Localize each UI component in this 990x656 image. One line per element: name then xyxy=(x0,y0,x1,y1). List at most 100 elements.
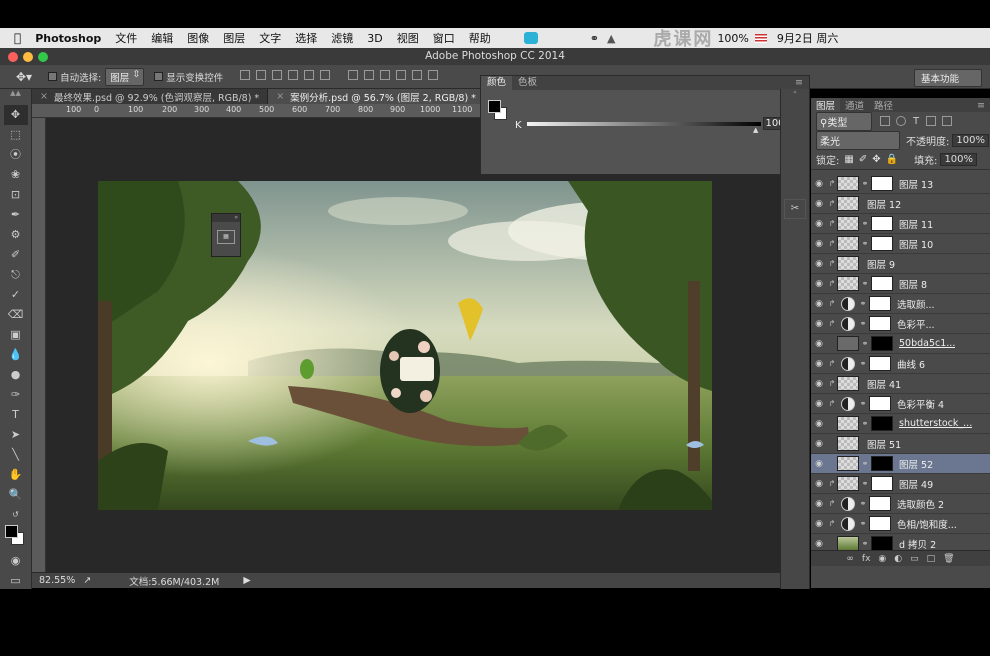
layer-thumbnail[interactable] xyxy=(837,236,859,251)
mini-panel-collapse-icon[interactable]: » xyxy=(212,214,240,222)
layer-name[interactable]: 图层 11 xyxy=(899,217,933,231)
layer-row[interactable]: ◉ ↱ ⚭ 图层 11 xyxy=(811,214,990,234)
adjustment-layer-icon[interactable] xyxy=(841,516,855,531)
strip-collapse-icon[interactable]: « xyxy=(781,89,809,99)
visibility-eye-icon[interactable]: ◉ xyxy=(811,179,827,189)
mask-link-icon[interactable]: ⚭ xyxy=(861,239,869,248)
layer-name[interactable]: 色彩平衡 4 xyxy=(897,397,944,411)
layer-thumbnail[interactable] xyxy=(837,536,859,550)
tab-paths[interactable]: 路径 xyxy=(869,98,898,112)
layer-mask-thumbnail[interactable] xyxy=(869,316,891,331)
filter-shape-icon[interactable] xyxy=(926,116,937,126)
mini-panel-icon[interactable]: ▦ xyxy=(217,230,235,244)
mask-link-icon[interactable]: ⚭ xyxy=(859,319,867,328)
panel-menu-icon[interactable]: ≡ xyxy=(972,100,990,111)
menu-window[interactable]: 窗口 xyxy=(426,30,462,46)
layer-row[interactable]: ◉ ↱ ⚭ 图层 10 xyxy=(811,234,990,254)
show-transform-checkbox[interactable] xyxy=(154,72,164,81)
fx-icon[interactable]: fx xyxy=(862,554,871,564)
visibility-eye-icon[interactable]: ◉ xyxy=(811,299,827,309)
lasso-tool-icon[interactable]: ⦿ xyxy=(4,145,28,165)
align-bottom-icon[interactable] xyxy=(272,70,283,80)
close-tab-icon[interactable]: × xyxy=(276,91,284,102)
folder-icon[interactable]: ▭ xyxy=(910,554,919,564)
shape-tool-icon[interactable]: ╲ xyxy=(4,445,28,465)
apple-icon[interactable]:  xyxy=(0,31,28,45)
slider-handle-icon[interactable]: ▲ xyxy=(753,126,758,134)
layer-row[interactable]: ◉ 图层 51 xyxy=(811,434,990,454)
battery-text[interactable]: 100% xyxy=(717,32,748,45)
tool-presets-icon[interactable]: ✂ xyxy=(784,199,806,219)
workspace-dropdown[interactable]: 基本功能 xyxy=(913,69,982,87)
blur-tool-icon[interactable]: 💧 xyxy=(4,345,28,365)
type-tool-icon[interactable]: T xyxy=(4,405,28,425)
distribute-vcenter-icon[interactable] xyxy=(364,70,375,80)
visibility-eye-icon[interactable]: ◉ xyxy=(811,519,827,529)
doc-tab-final[interactable]: × 最终效果.psd @ 92.9% (色调观察层, RGB/8) * xyxy=(32,89,269,104)
layer-name[interactable]: 图层 9 xyxy=(867,257,895,271)
status-app-icon[interactable] xyxy=(523,32,538,44)
dodge-tool-icon[interactable]: ● xyxy=(4,365,28,385)
menu-3d[interactable]: 3D xyxy=(360,32,389,45)
adjustment-layer-icon[interactable] xyxy=(841,496,855,511)
menu-select[interactable]: 选择 xyxy=(288,30,324,46)
lock-all-icon[interactable]: 🔒 xyxy=(886,154,898,165)
tab-swatches[interactable]: 色板 xyxy=(512,76,543,90)
layer-mask-thumbnail[interactable] xyxy=(871,216,893,231)
mask-link-icon[interactable]: ⚭ xyxy=(859,399,867,408)
lock-position-icon[interactable]: ✥ xyxy=(872,154,880,165)
lock-transparent-icon[interactable]: ▦ xyxy=(844,154,853,165)
adjustment-layer-icon[interactable] xyxy=(841,316,855,331)
clock-text[interactable]: 9月2日 周六 xyxy=(777,30,839,46)
align-left-icon[interactable] xyxy=(288,70,299,80)
visibility-eye-icon[interactable]: ◉ xyxy=(811,419,827,429)
menu-type[interactable]: 文字 xyxy=(252,30,288,46)
stamp-tool-icon[interactable]: ⎋ xyxy=(4,265,28,285)
layer-thumbnail[interactable] xyxy=(837,476,859,491)
layer-thumbnail[interactable] xyxy=(837,336,859,351)
visibility-eye-icon[interactable]: ◉ xyxy=(811,239,827,249)
filter-adjustment-icon[interactable] xyxy=(896,116,906,126)
adjustment-icon[interactable]: ◐ xyxy=(894,554,902,564)
visibility-eye-icon[interactable]: ◉ xyxy=(811,479,827,489)
visibility-eye-icon[interactable]: ◉ xyxy=(811,339,827,349)
filter-smart-icon[interactable] xyxy=(942,116,953,126)
layer-row[interactable]: ◉ ⚭ d 拷贝 2 xyxy=(811,534,990,550)
mask-link-icon[interactable]: ⚭ xyxy=(859,519,867,528)
visibility-eye-icon[interactable]: ◉ xyxy=(811,319,827,329)
visibility-eye-icon[interactable]: ◉ xyxy=(811,459,827,469)
visibility-eye-icon[interactable]: ◉ xyxy=(811,379,827,389)
layer-row[interactable]: ◉ ↱ ⚭ 图层 8 xyxy=(811,274,990,294)
distribute-hcenter-icon[interactable] xyxy=(412,70,423,80)
menu-view[interactable]: 视图 xyxy=(390,30,426,46)
visibility-eye-icon[interactable]: ◉ xyxy=(811,219,827,229)
layer-row[interactable]: ◉ ↱ 图层 12 xyxy=(811,194,990,214)
layer-thumbnail[interactable] xyxy=(837,176,859,191)
pen-tool-icon[interactable]: ✑ xyxy=(4,385,28,405)
layer-mask-thumbnail[interactable] xyxy=(871,336,893,351)
adjustment-layer-icon[interactable] xyxy=(841,356,855,371)
layer-name[interactable]: 色彩平... xyxy=(897,317,935,331)
visibility-eye-icon[interactable]: ◉ xyxy=(811,439,827,449)
export-icon[interactable]: ↗ xyxy=(83,575,91,586)
fill-input[interactable]: 100% xyxy=(940,153,978,166)
layer-thumbnail[interactable] xyxy=(837,216,859,231)
layer-row[interactable]: ◉ ↱ 图层 41 xyxy=(811,374,990,394)
layer-thumbnail[interactable] xyxy=(837,196,859,211)
new-layer-icon[interactable]: □ xyxy=(927,554,936,564)
menu-edit[interactable]: 编辑 xyxy=(144,30,180,46)
swap-colors-icon[interactable]: ↺ xyxy=(4,505,28,525)
layer-thumbnail[interactable] xyxy=(837,376,859,391)
move-tool-icon[interactable]: ✥ xyxy=(3,105,28,125)
layer-name[interactable]: d 拷贝 2 xyxy=(899,537,936,551)
screen-mode-icon[interactable]: ▭ xyxy=(4,571,28,591)
distribute-right-icon[interactable] xyxy=(428,70,439,80)
tab-layers[interactable]: 图层 xyxy=(811,98,841,112)
adjustment-layer-icon[interactable] xyxy=(841,296,855,311)
layer-mask-thumbnail[interactable] xyxy=(871,236,893,251)
mask-link-icon[interactable]: ⚭ xyxy=(859,299,867,308)
menu-filter[interactable]: 滤镜 xyxy=(324,30,360,46)
mask-link-icon[interactable]: ⚭ xyxy=(861,219,869,228)
layer-row[interactable]: ◉ ↱ ⚭ 色相/饱和度... xyxy=(811,514,990,534)
mask-link-icon[interactable]: ⚭ xyxy=(861,339,869,348)
